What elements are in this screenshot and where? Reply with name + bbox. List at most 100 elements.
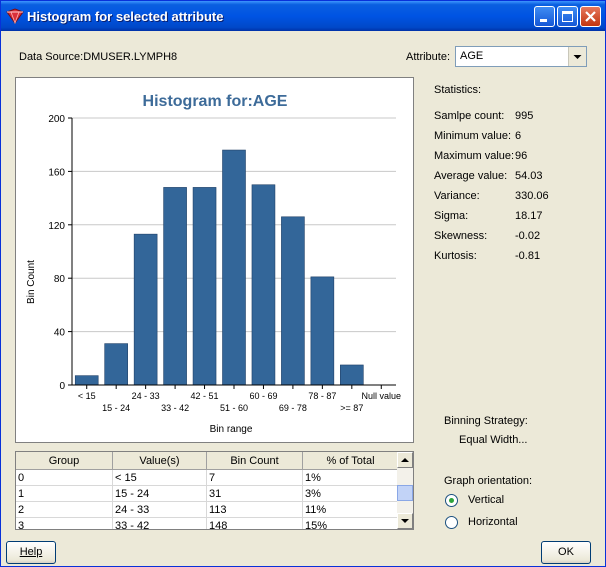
y-tick-label: 160 [48, 167, 65, 178]
ok-button[interactable]: OK [541, 541, 591, 564]
app-icon [6, 8, 24, 25]
binning-strategy-label: Binning Strategy: [444, 415, 528, 427]
table-row[interactable]: 0 < 15 7 1% [16, 470, 398, 486]
stat-label: Variance: [434, 190, 480, 202]
table-row[interactable]: 1 15 - 24 31 3% [16, 486, 398, 502]
maximize-icon [562, 11, 573, 22]
window-title: Histogram for selected attribute [27, 9, 224, 24]
x-tick-label: 51 - 60 [220, 403, 248, 413]
maximize-button[interactable] [557, 6, 578, 27]
horizontal-radio-label[interactable]: Horizontal [468, 516, 518, 528]
help-button[interactable]: Help [6, 541, 56, 564]
stat-value: 330.06 [515, 190, 549, 202]
cell-percent: 1% [303, 470, 398, 486]
histogram-dialog: Histogram for selected attribute Data So… [0, 0, 606, 567]
statistics-heading: Statistics: [434, 84, 482, 96]
x-tick-label: Null value [362, 391, 402, 401]
x-tick-label: 33 - 42 [161, 403, 189, 413]
chevron-down-icon [573, 55, 582, 59]
x-tick-label: 60 - 69 [249, 391, 277, 401]
column-header-group[interactable]: Group [16, 452, 113, 470]
bin-table[interactable]: Group Value(s) Bin Count % of Total 0 < … [15, 451, 414, 530]
histogram-chart: Histogram for:AGE Bin Count Bin range 0 4… [26, 93, 402, 435]
stat-value: -0.81 [515, 250, 541, 262]
stat-value: 96 [515, 150, 528, 162]
cell-percent: 15% [303, 518, 398, 529]
x-tick-label: 69 - 78 [279, 403, 307, 413]
column-header-percent[interactable]: % of Total [303, 452, 399, 470]
vertical-radio[interactable] [445, 494, 458, 507]
cell-percent: 3% [303, 486, 398, 502]
attribute-select[interactable]: AGE [455, 46, 587, 67]
arrow-down-icon [401, 519, 409, 523]
title-bar[interactable]: Histogram for selected attribute [1, 1, 605, 31]
cell-values: 33 - 42 [113, 518, 207, 529]
histogram-bar [74, 375, 99, 386]
y-tick-label: 40 [54, 328, 66, 339]
y-tick-label: 200 [48, 114, 65, 125]
histogram-bar [104, 343, 128, 386]
x-tick-label: 15 - 24 [102, 403, 130, 413]
stat-label: Sigma: [434, 210, 469, 222]
stat-value: 54.03 [515, 170, 543, 182]
minimize-icon [540, 19, 547, 22]
scroll-up-button[interactable] [397, 452, 413, 468]
arrow-up-icon [401, 458, 409, 462]
cell-bin-count: 31 [207, 486, 303, 502]
stat-label: Skewness: [434, 230, 488, 242]
scroll-down-button[interactable] [397, 513, 413, 529]
column-header-bin-count[interactable]: Bin Count [207, 452, 303, 470]
minimize-button[interactable] [534, 6, 555, 27]
cell-bin-count: 148 [207, 518, 303, 529]
cell-bin-count: 113 [207, 502, 303, 518]
cell-group: 0 [16, 470, 113, 486]
cell-values: < 15 [113, 470, 207, 486]
attribute-select-value: AGE [460, 50, 484, 62]
graph-orientation-label: Graph orientation: [444, 475, 533, 487]
chart-title: Histogram for:AGE [143, 93, 288, 110]
stat-label: Kurtosis: [434, 250, 477, 262]
y-tick-label: 0 [59, 381, 65, 392]
data-source-label: Data Source:DMUSER.LYMPH8 [19, 51, 178, 63]
close-icon [585, 11, 596, 22]
y-tick-label: 120 [48, 221, 65, 232]
ok-button-label: OK [558, 546, 574, 558]
close-button[interactable] [580, 6, 601, 27]
y-axis-label: Bin Count [26, 260, 37, 304]
histogram-chart-panel: Histogram for:AGE Bin Count Bin range 0 4… [15, 77, 414, 443]
x-tick-label: 78 - 87 [308, 391, 336, 401]
cell-values: 15 - 24 [113, 486, 207, 502]
cell-values: 24 - 33 [113, 502, 207, 518]
column-header-values[interactable]: Value(s) [113, 452, 207, 470]
histogram-bar [310, 276, 335, 386]
stat-label: Average value: [434, 170, 508, 182]
histogram-bar [281, 216, 305, 386]
histogram-bar [222, 149, 246, 386]
stat-label: Minimum value: [434, 130, 512, 142]
radio-selected-dot [449, 498, 454, 503]
cell-group: 1 [16, 486, 113, 502]
table-header: Group Value(s) Bin Count % of Total [16, 452, 399, 470]
horizontal-radio[interactable] [445, 516, 458, 529]
stat-label: Samlpe count: [434, 110, 505, 122]
stat-value: 18.17 [515, 210, 543, 222]
table-scrollbar[interactable] [397, 452, 413, 529]
cell-group: 3 [16, 518, 113, 529]
binning-strategy-link[interactable]: Equal Width... [459, 434, 527, 446]
attribute-label: Attribute: [406, 51, 451, 63]
stat-value: 995 [515, 110, 534, 122]
stat-label: Maximum value: [434, 150, 515, 162]
x-tick-label: 42 - 51 [191, 391, 219, 401]
scroll-thumb[interactable] [397, 485, 413, 501]
histogram-bar [251, 184, 276, 386]
vertical-radio-label[interactable]: Vertical [468, 494, 504, 506]
histogram-bar [192, 187, 217, 386]
table-row[interactable]: 3 33 - 42 148 15% [16, 518, 398, 529]
cell-group: 2 [16, 502, 113, 518]
table-row[interactable]: 2 24 - 33 113 11% [16, 502, 398, 518]
stat-value: 6 [515, 130, 522, 142]
y-tick-label: 80 [54, 274, 66, 285]
help-button-label: Help [19, 546, 43, 558]
dropdown-button[interactable] [568, 47, 586, 66]
cell-bin-count: 7 [207, 470, 303, 486]
